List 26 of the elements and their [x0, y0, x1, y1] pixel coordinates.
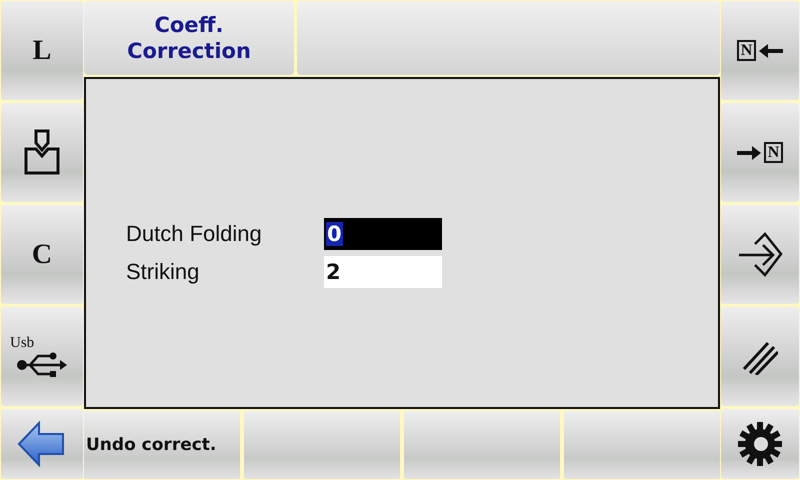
side-button[interactable] — [721, 205, 799, 304]
side-button[interactable]: N — [721, 1, 799, 100]
usb-label: Usb — [10, 335, 34, 352]
input-field[interactable]: 0 — [324, 218, 442, 250]
arrow-icon — [759, 44, 784, 58]
back-arrow-icon — [17, 421, 67, 467]
arrow-icon — [736, 146, 761, 160]
side-button[interactable]: N — [721, 103, 799, 202]
side-button[interactable] — [721, 409, 799, 479]
side-button[interactable]: C — [1, 205, 83, 304]
side-button[interactable] — [721, 307, 799, 406]
side-button[interactable] — [1, 409, 83, 479]
side-button[interactable]: Usb — [1, 307, 83, 406]
input-field[interactable]: 2 — [324, 256, 442, 288]
side-button[interactable]: L — [1, 1, 83, 100]
n-box-icon: N — [764, 142, 784, 163]
softkey-button[interactable]: Undo correct. — [84, 411, 240, 479]
n-box-icon: N — [736, 40, 756, 61]
side-button[interactable] — [1, 103, 83, 202]
field-label: Striking — [126, 259, 200, 285]
enter-arrow-icon — [737, 232, 783, 278]
usb-icon — [16, 352, 68, 378]
field-label: Dutch Folding — [126, 221, 263, 247]
settings-icon — [737, 421, 783, 467]
punch-die-icon — [22, 128, 62, 176]
header-tab[interactable]: Coeff. Correction — [84, 1, 294, 75]
